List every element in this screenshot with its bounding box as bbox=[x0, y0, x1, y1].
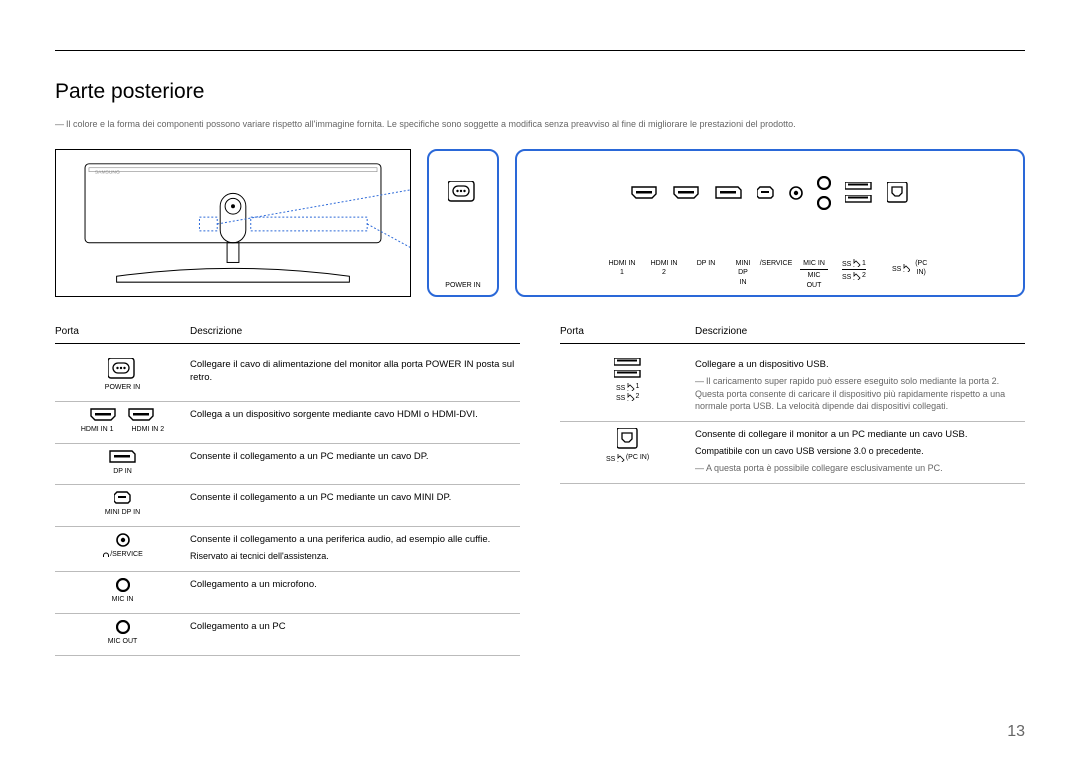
top-divider bbox=[55, 50, 1025, 51]
left-table: Porta Descrizione POWER IN Collegare il … bbox=[55, 325, 520, 656]
micout-jack-icon bbox=[817, 196, 831, 210]
ss-labels: 1 2 bbox=[842, 259, 878, 282]
table-row: MINI DP IN Consente il collegamento a un… bbox=[55, 485, 520, 527]
micin-jack-icon bbox=[116, 578, 130, 592]
hdmi1-icon bbox=[631, 186, 659, 200]
right-table: Porta Descrizione 1 2 Collegare a un dis… bbox=[560, 325, 1025, 656]
micout-jack-icon bbox=[116, 620, 130, 634]
power-port-icon bbox=[448, 181, 478, 205]
left-header-porta: Porta bbox=[55, 325, 190, 339]
usb-b-port-icon bbox=[617, 428, 639, 450]
dp-icon bbox=[715, 186, 743, 200]
service-jack-icon bbox=[116, 533, 130, 547]
table-row: (PC IN) Consente di collegare il monitor… bbox=[560, 422, 1025, 483]
usb-a-port-icon bbox=[614, 358, 642, 367]
dp-port-icon bbox=[109, 450, 137, 464]
dp-label: DP IN bbox=[692, 259, 720, 269]
table-row: /SERVICE Consente il collegamento a una … bbox=[55, 527, 520, 572]
table-row: POWER IN Collegare il cavo di alimentazi… bbox=[55, 352, 520, 402]
page-number: 13 bbox=[1007, 721, 1025, 743]
table-row: DP IN Consente il collegamento a un PC m… bbox=[55, 444, 520, 486]
right-header-desc: Descrizione bbox=[695, 325, 1025, 339]
diagram-row: SAMSUNG POWER IN bbox=[55, 149, 1025, 297]
page-title: Parte posteriore bbox=[55, 77, 1025, 106]
micin-jack-icon bbox=[817, 176, 831, 190]
minidp-label: MINI DP IN bbox=[734, 259, 752, 288]
ports-callout: HDMI IN 1 HDMI IN 2 DP IN MINI DP IN /SE… bbox=[515, 149, 1025, 297]
power-callout: POWER IN bbox=[427, 149, 499, 297]
power-port-icon bbox=[108, 358, 138, 380]
minidp-icon bbox=[757, 186, 775, 200]
usb-a-port-icon bbox=[614, 370, 642, 379]
mic-labels: MIC IN MIC OUT bbox=[800, 259, 828, 291]
minidp-port-icon bbox=[114, 491, 132, 505]
table-row: HDMI IN 1 HDMI IN 2 Collega a un disposi… bbox=[55, 402, 520, 444]
table-row: MIC OUT Collegamento a un PC bbox=[55, 614, 520, 656]
hdmi2-icon bbox=[673, 186, 701, 200]
usb-a-2-icon bbox=[845, 195, 873, 204]
right-header-porta: Porta bbox=[560, 325, 695, 339]
pcin-label: (PC IN) bbox=[892, 259, 932, 279]
power-port-label: POWER IN bbox=[441, 281, 485, 291]
table-row: MIC IN Collegamento a un microfono. bbox=[55, 572, 520, 614]
svg-text:SAMSUNG: SAMSUNG bbox=[95, 170, 120, 176]
usb-a-1-icon bbox=[845, 182, 873, 191]
usb-b-icon bbox=[887, 182, 909, 204]
disclaimer-note: ―Il colore e la forma dei componenti pos… bbox=[55, 118, 1025, 131]
hdmi-port-icon bbox=[128, 408, 156, 422]
service-jack-icon bbox=[789, 186, 803, 200]
tables-columns: Porta Descrizione POWER IN Collegare il … bbox=[55, 325, 1025, 656]
hdmi1-label: HDMI IN 1 bbox=[608, 259, 636, 279]
service-label: /SERVICE bbox=[766, 259, 786, 269]
monitor-rear-illustration: SAMSUNG bbox=[55, 149, 411, 297]
hdmi2-label: HDMI IN 2 bbox=[650, 259, 678, 279]
left-header-desc: Descrizione bbox=[190, 325, 520, 339]
hdmi-port-icon bbox=[90, 408, 118, 422]
table-row: 1 2 Collegare a un dispositivo USB. ―Il … bbox=[560, 352, 1025, 422]
